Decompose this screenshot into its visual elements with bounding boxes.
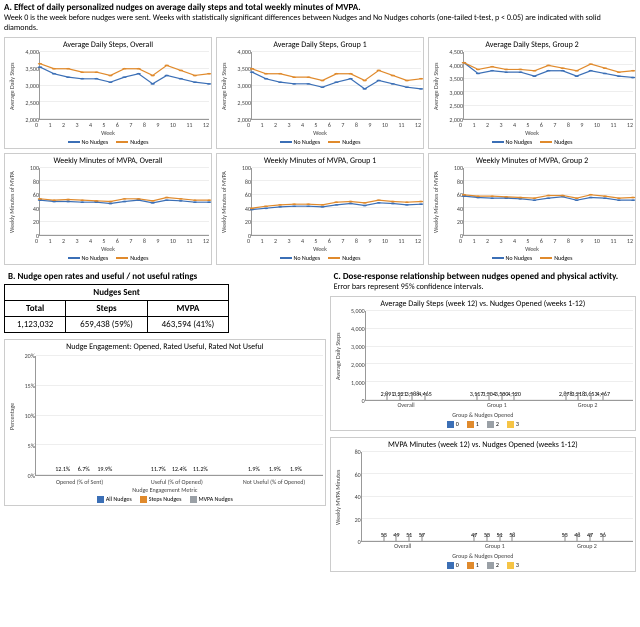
- legend-item: Nudges: [328, 254, 360, 262]
- section-a-subtitle: Week 0 is the week before nudges were se…: [0, 13, 640, 35]
- x-axis-label: Week: [219, 245, 421, 253]
- section-c-subtitle: Error bars represent 95% confidence inte…: [330, 282, 636, 294]
- chart-panel: Weekly Minutes of MVPA, Group 1Weekly Mi…: [216, 153, 424, 265]
- bar-b-xlabel: Nudge Engagement Metric: [7, 486, 323, 494]
- legend-item: No Nudges: [280, 138, 321, 146]
- legend-item: MVPA Nudges: [190, 495, 233, 503]
- y-axis-label: Average Daily Steps: [431, 52, 441, 120]
- bar-c2-xlabel: Group & Nudges Opened: [333, 552, 633, 560]
- val-total: 1,123,032: [5, 317, 66, 333]
- legend-item: Nudges: [540, 254, 572, 262]
- legend-item: Nudges: [116, 254, 148, 262]
- panel-c2: MVPA Minutes (week 12) vs. Nudges Opened…: [330, 437, 636, 572]
- panel-b-bar: Nudge Engagement: Opened, Rated Useful, …: [4, 339, 326, 506]
- nudges-sent-table: Nudges Sent Total Steps MVPA 1,123,032 6…: [4, 284, 229, 333]
- section-a-title: A. Effect of daily personalized nudges o…: [0, 0, 640, 13]
- panel-c1: Average Daily Steps (week 12) vs. Nudges…: [330, 296, 636, 431]
- col-total: Total: [5, 301, 66, 317]
- bar-b-title: Nudge Engagement: Opened, Rated Useful, …: [7, 342, 323, 352]
- chart-panel: Average Daily Steps, OverallAverage Dail…: [4, 37, 212, 149]
- legend-item: 2: [487, 420, 499, 428]
- legend-item: No Nudges: [492, 254, 533, 262]
- legend-item: 1: [467, 420, 479, 428]
- x-axis-label: Week: [431, 129, 633, 137]
- y-axis-label: Weekly Minutes of MVPA: [7, 168, 17, 236]
- legend-item: 0: [447, 420, 459, 428]
- col-mvpa: MVPA: [147, 301, 228, 317]
- legend-item: 3: [507, 561, 519, 569]
- legend-item: 0: [447, 561, 459, 569]
- legend-item: No Nudges: [68, 254, 109, 262]
- y-axis-label: Average Daily Steps: [219, 52, 229, 120]
- bar-c2-title: MVPA Minutes (week 12) vs. Nudges Opened…: [333, 440, 633, 450]
- legend-item: Steps Nudges: [140, 495, 182, 503]
- bar-c2-ylabel: Weekly MVPA Minutes: [333, 452, 343, 542]
- legend-item: Nudges: [116, 138, 148, 146]
- x-axis-label: Week: [7, 129, 209, 137]
- legend-item: No Nudges: [492, 138, 533, 146]
- y-axis-label: Average Daily Steps: [7, 52, 17, 120]
- chart-panel: Average Daily Steps, Group 2Average Dail…: [428, 37, 636, 149]
- legend-item: 2: [487, 561, 499, 569]
- legend-item: No Nudges: [68, 138, 109, 146]
- chart-panel: Average Daily Steps, Group 1Average Dail…: [216, 37, 424, 149]
- x-axis-label: Week: [7, 245, 209, 253]
- bar-c1-title: Average Daily Steps (week 12) vs. Nudges…: [333, 299, 633, 309]
- y-axis-label: Weekly Minutes of MVPA: [219, 168, 229, 236]
- val-mvpa: 463,594 (41%): [147, 317, 228, 333]
- table-header: Nudges Sent: [5, 285, 229, 301]
- legend-item: Nudges: [540, 138, 572, 146]
- col-steps: Steps: [66, 301, 147, 317]
- legend-item: 3: [507, 420, 519, 428]
- legend-item: All Nudges: [97, 495, 132, 503]
- section-b-title: B. Nudge open rates and useful / not use…: [4, 269, 326, 282]
- legend-item: 1: [467, 561, 479, 569]
- bar-c1-xlabel: Group & Nudges Opened: [333, 411, 633, 419]
- section-c-title: C. Dose-response relationship between nu…: [330, 269, 636, 282]
- x-axis-label: Week: [219, 129, 421, 137]
- x-axis-label: Week: [431, 245, 633, 253]
- legend-item: No Nudges: [280, 254, 321, 262]
- chart-panel: Weekly Minutes of MVPA, OverallWeekly Mi…: [4, 153, 212, 265]
- y-axis-label: Weekly Minutes of MVPA: [431, 168, 441, 236]
- val-steps: 659,438 (59%): [66, 317, 147, 333]
- bar-c1-ylabel: Average Daily Steps: [333, 311, 343, 401]
- chart-panel: Weekly Minutes of MVPA, Group 2Weekly Mi…: [428, 153, 636, 265]
- legend-item: Nudges: [328, 138, 360, 146]
- bar-b-ylabel: Percentage: [7, 356, 17, 476]
